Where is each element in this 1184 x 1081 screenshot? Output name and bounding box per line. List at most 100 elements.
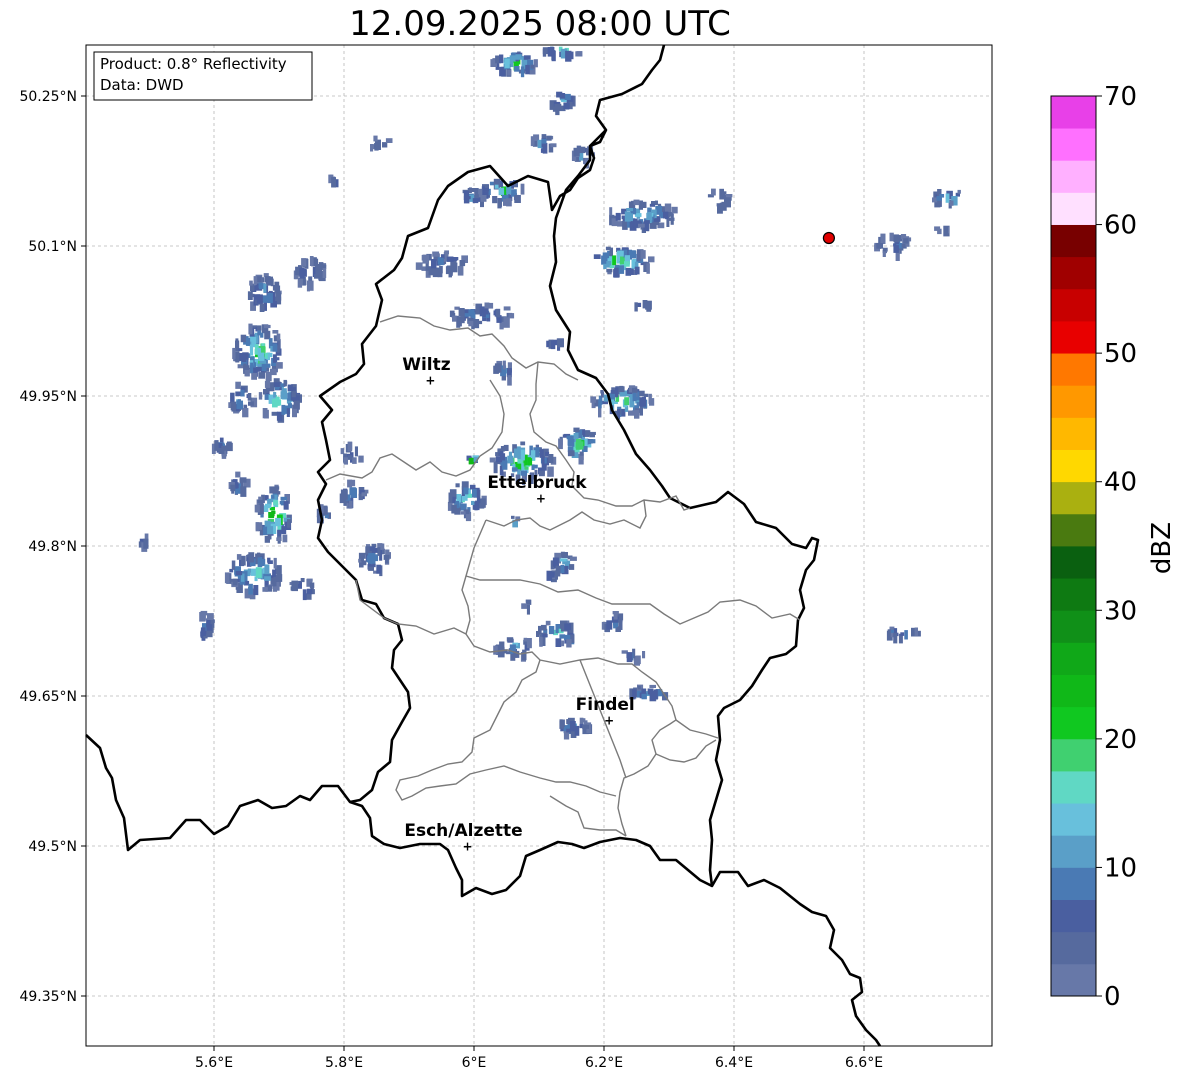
echo-cell [643,393,649,397]
echo-cell [292,408,297,418]
echo-cell [258,372,265,379]
colorbar-tick-label: 50 [1104,339,1137,369]
echo-cell [264,409,269,419]
echo-cell [550,340,556,350]
echo-cell [631,250,636,259]
echo-cell [258,282,264,289]
echo-cell [444,250,449,255]
echo-cell [520,183,525,195]
echo-cell [485,314,490,318]
lon-tick-label: 5.8°E [325,1055,363,1071]
echo-cell [474,188,479,199]
echo-cell [281,526,287,535]
echo-cell [349,487,356,496]
echo-cell [231,404,236,412]
colorbar-segment [1051,642,1096,675]
echo-cell [468,309,475,316]
echo-cell [255,567,262,578]
echo-cell [301,258,307,267]
echo-cell [511,515,515,519]
echo-cell [503,317,510,328]
echo-cell [287,519,291,528]
echo-cell [497,198,502,207]
echo-cell [626,208,633,212]
echo-cell [503,306,511,311]
echo-cell [525,599,531,603]
echo-cell [642,300,648,309]
echo-cell [224,572,230,584]
echo-cell [264,353,268,359]
echo-cell [273,392,277,398]
echo-cell [422,254,429,264]
echo-cell [664,203,672,213]
echo-cell [540,148,545,153]
echo-cell [267,560,273,564]
echo-cell [206,630,213,638]
echo-cell [264,576,271,581]
echo-cell [527,457,533,466]
echo-cell [573,147,580,157]
colorbar-segment [1051,835,1096,868]
echo-cell [276,491,281,495]
echo-cell [236,554,242,560]
echo-cell [515,54,522,60]
echo-cell [500,451,504,457]
echo-cell [257,276,262,283]
echo-cell [347,455,353,460]
echo-cell [945,193,950,203]
colorbar-segment [1051,803,1096,836]
echo-cell [257,556,263,568]
echo-cell [306,578,313,582]
echo-cell [255,522,263,530]
echo-cell [458,308,465,317]
echo-cell [525,64,530,75]
echo-cell [540,624,547,631]
echo-cell [262,587,268,592]
echo-cell [493,462,498,474]
echo-cell [498,187,505,196]
echo-cell [239,477,247,483]
echo-cell [619,392,626,397]
echo-cell [610,390,618,394]
echo-cell [331,177,336,188]
echo-cell [373,135,378,142]
echo-cell [646,263,650,274]
echo-cell [904,630,908,640]
echo-cell [253,276,257,285]
echo-cell [263,283,267,293]
echo-cell [934,226,941,231]
echo-cell [554,103,562,111]
echo-cell [295,581,300,585]
echo-cell [244,369,250,377]
echo-cell [495,456,501,463]
echo-cell [936,196,942,201]
echo-cell [887,629,891,639]
lat-tick-label: 49.95°N [19,389,77,405]
echo-cell [876,243,884,249]
echo-cell [235,381,241,389]
echo-cell [606,261,612,266]
echo-cell [235,571,243,576]
echo-cell [606,620,613,630]
echo-cell [507,458,513,464]
echo-cell [256,294,263,304]
echo-cell [264,330,271,340]
echo-cell [236,400,243,410]
echo-cell [240,334,247,343]
echo-cell [532,464,538,469]
echo-cell [593,254,601,259]
echo-cell [559,558,567,562]
echo-cell [374,143,381,149]
echo-cell [261,363,267,372]
echo-cell [559,719,565,727]
echo-cell [606,268,613,273]
echo-cell [249,280,253,286]
echo-cell [546,135,552,141]
echo-cell [368,566,374,571]
echo-cell [257,552,261,558]
echo-cell [590,396,597,403]
echo-cell [613,611,618,620]
echo-cell [648,393,652,404]
lon-tick-label: 5.6°E [195,1055,233,1071]
echo-cell [548,454,554,463]
